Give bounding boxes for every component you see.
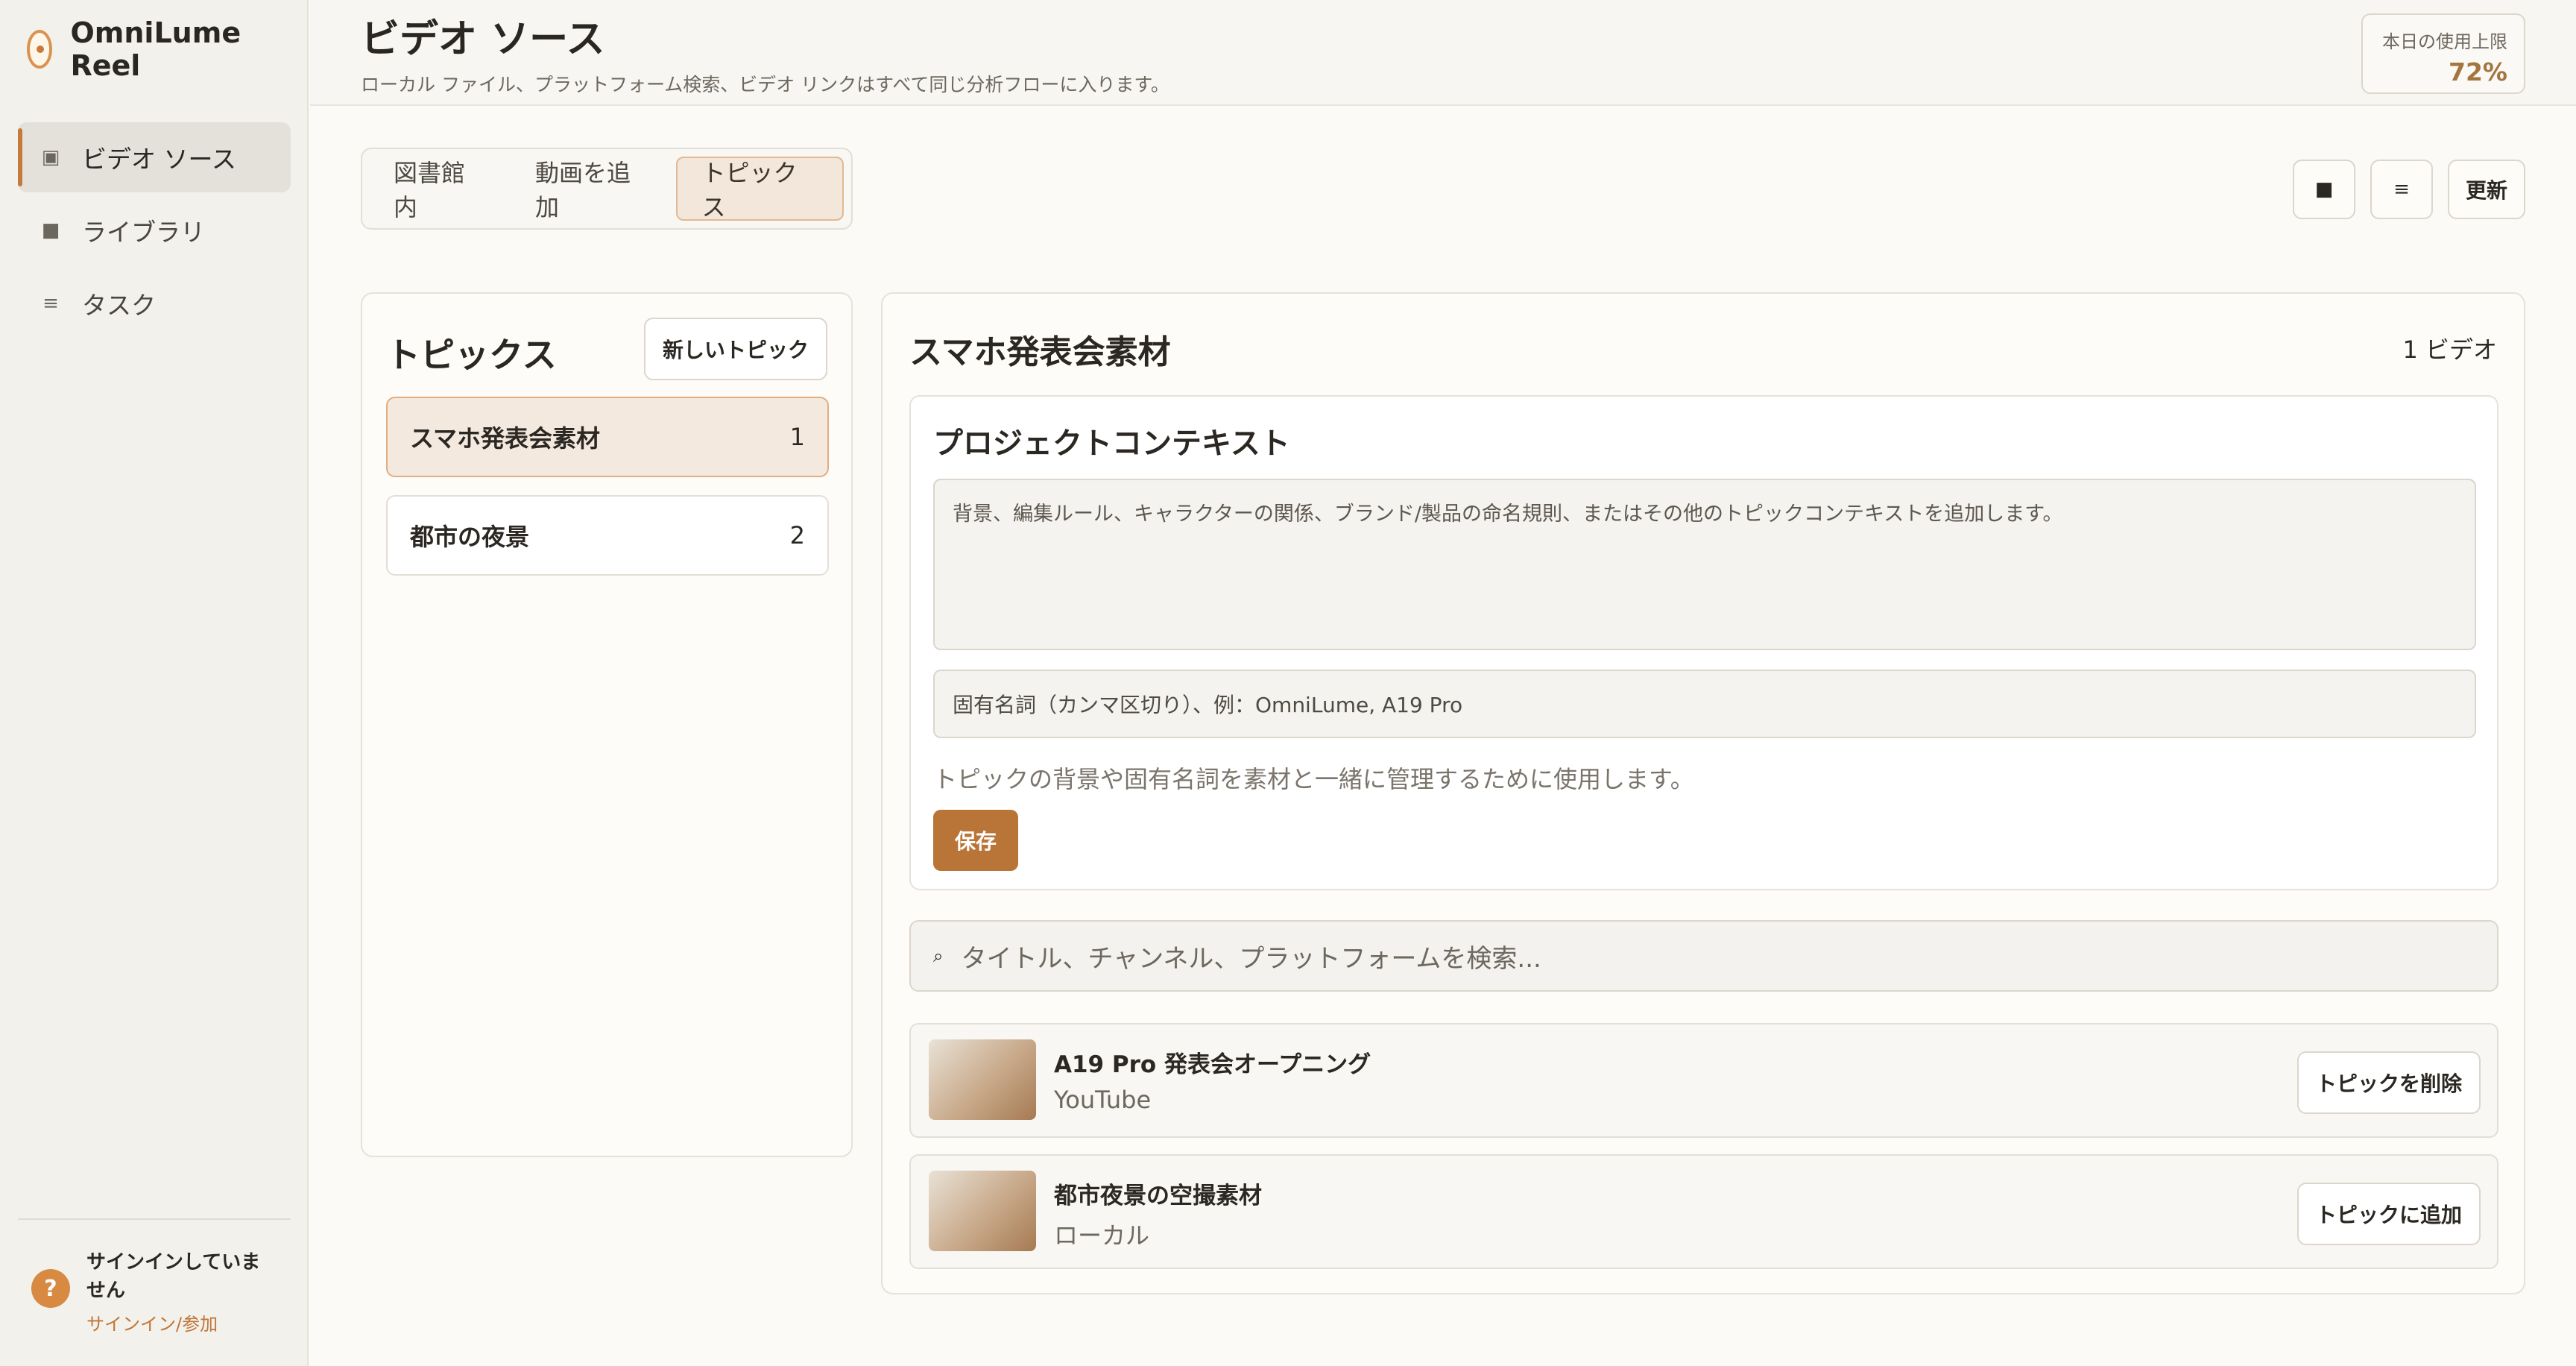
video-thumbnail <box>929 1171 1036 1251</box>
topic-count: 1 <box>789 423 805 451</box>
quota-value: 72% <box>2449 57 2507 86</box>
grid-view-button[interactable]: ■ <box>2292 160 2355 219</box>
tab-topics[interactable]: トピックス <box>676 157 844 221</box>
context-title: プロジェクトコンテキスト <box>933 427 1290 461</box>
account-area: ? サインインしていません サインイン/参加 <box>18 1218 291 1335</box>
video-search-input[interactable]: ⌕ タイトル、チャンネル、プラットフォームを検索... <box>909 920 2498 992</box>
video-source: YouTube <box>1054 1086 1152 1114</box>
grid-view-icon: ■ <box>2314 178 2334 201</box>
video-title: 都市夜景の空撮素材 <box>1054 1183 1262 1209</box>
quota-label: 本日の使用上限 <box>2382 31 2507 52</box>
topic-item[interactable]: 都市の夜景 2 <box>386 495 829 576</box>
video-row[interactable]: A19 Pro 発表会オープニング YouTube トピックを削除 <box>909 1023 2498 1138</box>
tab-add-video[interactable]: 動画を追加 <box>511 157 676 221</box>
sidebar-item-label: ライブラリ <box>82 218 205 247</box>
sidebar-item-video-sources[interactable]: ▣ ビデオ ソース <box>18 122 291 192</box>
topic-count: 2 <box>789 521 805 550</box>
usage-quota: 本日の使用上限 72% <box>2361 13 2525 94</box>
sidebar-nav: ▣ ビデオ ソース ■ ライブラリ ≡ タスク <box>18 122 291 342</box>
page-header: ビデオ ソース ローカル ファイル、プラットフォーム検索、ビデオ リンクはすべて… <box>310 0 2576 106</box>
page-title: ビデオ ソース <box>361 17 605 62</box>
topic-name: スマホ発表会素材 <box>410 424 601 453</box>
sidebar-item-label: ビデオ ソース <box>82 145 236 174</box>
library-icon: ■ <box>41 219 60 242</box>
add-to-topic-button[interactable]: トピックに追加 <box>2297 1183 2481 1245</box>
video-source-icon: ▣ <box>41 146 60 169</box>
brand: OmniLume Reel <box>27 16 307 82</box>
video-title: A19 Pro 発表会オープニング <box>1054 1051 1371 1078</box>
search-placeholder: タイトル、チャンネル、プラットフォームを検索... <box>961 943 1541 974</box>
app-name: OmniLume Reel <box>70 16 242 82</box>
sidebar-item-label: タスク <box>82 291 156 320</box>
list-view-icon: ≡ <box>2393 178 2410 201</box>
topics-panel: トピックス 新しいトピック スマホ発表会素材 1 都市の夜景 2 <box>361 292 853 1157</box>
list-view-button[interactable]: ≡ <box>2370 160 2433 219</box>
topic-detail-panel: スマホ発表会素材 1 ビデオ プロジェクトコンテキスト 背景、編集ルール、キャラ… <box>881 292 2525 1294</box>
new-topic-button[interactable]: 新しいトピック <box>644 318 827 380</box>
view-toolbar: ■ ≡ 更新 <box>2292 160 2525 219</box>
topic-detail-title: スマホ発表会素材 <box>909 333 1171 371</box>
omnilume-logo-icon <box>27 30 53 69</box>
topics-title: トピックス <box>386 335 557 375</box>
refresh-button[interactable]: 更新 <box>2447 160 2525 219</box>
remove-from-topic-button[interactable]: トピックを削除 <box>2297 1051 2481 1114</box>
signin-status: サインインしていません <box>86 1251 261 1302</box>
search-icon: ⌕ <box>933 945 944 966</box>
help-icon[interactable]: ? <box>31 1269 70 1308</box>
save-button[interactable]: 保存 <box>933 810 1018 871</box>
signin-block: サインインしていません サインイン/参加 <box>86 1248 273 1335</box>
video-row[interactable]: 都市夜景の空撮素材 ローカル トピックに追加 <box>909 1154 2498 1269</box>
context-help-text: トピックの背景や固有名詞を素材と一緒に管理するために使用します。 <box>933 765 1694 793</box>
sidebar-item-library[interactable]: ■ ライブラリ <box>18 195 291 265</box>
sidebar-item-tasks[interactable]: ≡ タスク <box>18 268 291 339</box>
video-source: ローカル <box>1054 1221 1150 1250</box>
context-textarea[interactable]: 背景、編集ルール、キャラクターの関係、ブランド/製品の命名規則、またはその他のト… <box>933 479 2476 650</box>
proper-nouns-input[interactable]: 固有名詞（カンマ区切り）、例：OmniLume, A19 Pro <box>933 670 2476 738</box>
tasks-icon: ≡ <box>42 292 59 315</box>
topic-name: 都市の夜景 <box>410 523 530 551</box>
sidebar: OmniLume Reel ▣ ビデオ ソース ■ ライブラリ ≡ タスク ? … <box>0 0 309 1366</box>
video-thumbnail <box>929 1039 1036 1120</box>
topic-item[interactable]: スマホ発表会素材 1 <box>386 397 829 477</box>
tab-library[interactable]: 図書館内 <box>370 157 511 221</box>
video-count: 1 ビデオ <box>2402 336 2497 364</box>
project-context-card: プロジェクトコンテキスト 背景、編集ルール、キャラクターの関係、ブランド/製品の… <box>909 395 2498 890</box>
signin-link[interactable]: サインイン/参加 <box>86 1309 273 1335</box>
source-tabs: 図書館内 動画を追加 トピックス <box>361 148 853 230</box>
page-subtitle: ローカル ファイル、プラットフォーム検索、ビデオ リンクはすべて同じ分析フローに… <box>361 74 1169 95</box>
